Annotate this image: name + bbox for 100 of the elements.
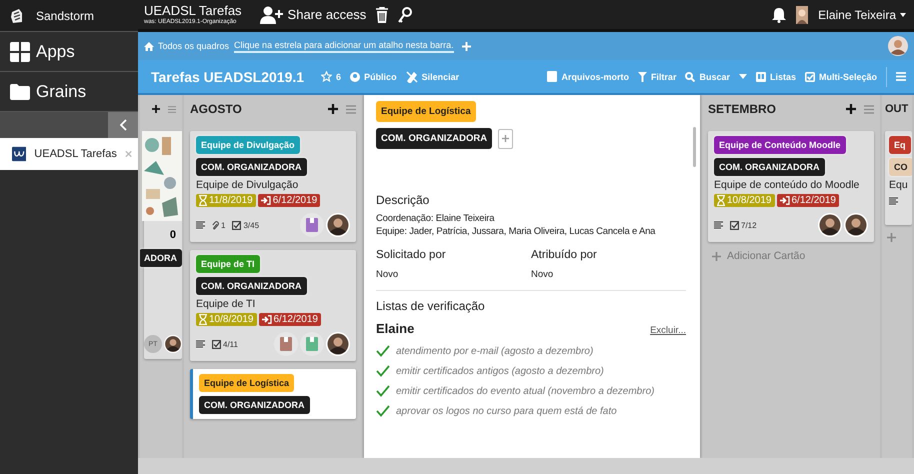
hourglass-icon (199, 195, 207, 206)
task-card[interactable]: Equipe de Divulgação COM. ORGANIZADORA Equipe de Divulgação 11/8/2019 6/12/2019 1 3/45 (190, 131, 356, 242)
chevron-left-icon (120, 119, 126, 131)
user-menu[interactable]: Elaine Teixeira (818, 8, 906, 22)
collapse-button[interactable] (108, 112, 138, 138)
card-title: Equipe de Divulgação (196, 179, 300, 191)
checklist-item[interactable]: emitir certificados antigos (agosto a dezembro) (396, 366, 604, 376)
menu-icon[interactable] (168, 104, 176, 114)
task-card[interactable]: Equipe de TI COM. ORGANIZADORA Equipe de TI 10/8/2019 6/12/2019 4/11 (190, 250, 356, 361)
task-card[interactable]: Equipe de Logística COM. ORGANIZADORA (190, 369, 356, 419)
plus-icon[interactable] (846, 104, 856, 114)
archive-button[interactable]: Arquivos-morto (547, 71, 629, 82)
check-icon[interactable] (376, 345, 390, 357)
shortcut-hint: Clique na estrela para adicionar um atalho nesta barra. (234, 40, 454, 52)
multi-select-button[interactable]: Multi-Seleção (804, 72, 877, 82)
plus-icon[interactable] (152, 104, 160, 114)
card-title: Equ (889, 179, 909, 191)
plus-icon (502, 135, 510, 142)
section-heading: Descrição (376, 193, 430, 207)
person-avatar[interactable] (844, 213, 868, 237)
muted-icon (406, 70, 418, 82)
label-tag: CO (889, 158, 912, 176)
description-icon (196, 221, 205, 229)
share-access-button[interactable]: Share access (260, 6, 366, 24)
label-tag: COM. ORGANIZADORA (196, 158, 306, 176)
person-avatar[interactable] (164, 335, 182, 353)
start-date: 11/8/2019 (196, 194, 256, 207)
avatar-icon[interactable] (888, 36, 908, 56)
attachment-count: 1 (212, 220, 226, 230)
filter-icon (638, 72, 647, 82)
caret-down-icon[interactable] (738, 74, 747, 79)
card-title: Equipe de conteúdo do Moodle (714, 179, 860, 191)
field-label: Atribuído por (531, 249, 598, 261)
delete-link[interactable]: Excluir... (650, 325, 686, 336)
add-card-button[interactable]: Adicionar Cartão (708, 250, 874, 262)
field-label: Solicitado por (376, 249, 447, 261)
caret-down-icon (900, 12, 906, 16)
home-icon (144, 42, 154, 50)
archive-icon (547, 71, 558, 82)
all-boards-link[interactable]: Todos os quadros (144, 41, 230, 51)
description-icon (889, 197, 898, 205)
field-value: Novo (376, 269, 400, 280)
key-icon[interactable] (398, 6, 412, 22)
label-tag: Equipe de Divulgação (196, 136, 300, 154)
bell-icon[interactable] (772, 6, 786, 22)
close-icon[interactable] (124, 150, 132, 158)
lists-button[interactable]: Listas (756, 72, 796, 82)
member-avatar[interactable] (300, 213, 324, 237)
plus-icon (712, 252, 721, 260)
star-icon (321, 71, 332, 82)
check-icon[interactable] (376, 365, 390, 377)
folder-icon (10, 84, 30, 100)
label-tag: COM. ORGANIZADORA (196, 277, 306, 295)
board-title: Tarefas UEADSL2019.1 (151, 68, 304, 84)
app-title: Sandstorm (36, 8, 94, 22)
description-text: Coordenação: Elaine Teixeira (376, 213, 496, 224)
menu-icon[interactable] (864, 104, 874, 114)
search-icon (685, 72, 696, 82)
hourglass-icon (199, 314, 207, 325)
list-title: OUT (885, 103, 908, 115)
grain-logo-icon (12, 146, 26, 162)
label-tag: COM. ORGANIZADORA (714, 158, 824, 176)
start-date: 10/8/2019 (196, 313, 256, 326)
add-person-icon (260, 6, 284, 24)
checkbox-icon (212, 340, 221, 348)
filter-button[interactable]: Filtrar (638, 72, 676, 82)
person-avatar[interactable] (326, 332, 350, 356)
sign-in-icon (260, 196, 271, 205)
columns-icon (756, 72, 766, 82)
sign-in-icon (262, 315, 272, 324)
checklist-count: 3/45 (232, 220, 260, 230)
visibility-button[interactable]: Público (350, 72, 397, 82)
task-card[interactable]: Equipe de Conteúdo Moodle COM. ORGANIZADORA Equipe de conteúdo do Moodle 10/8/2019 6/12/2019 7/12 (708, 131, 874, 242)
star-button[interactable]: 6 (321, 71, 342, 82)
scrollbar[interactable] (693, 127, 696, 167)
sign-in-icon (780, 196, 790, 205)
search-button[interactable]: Buscar (685, 72, 730, 82)
mute-button[interactable]: Silenciar (406, 70, 460, 82)
trash-icon[interactable] (376, 6, 388, 22)
menu-icon[interactable] (346, 104, 356, 114)
globe-icon (350, 72, 360, 82)
list-title: SETEMBRO (708, 102, 776, 116)
label-tag: COM. ORGANIZADORA (199, 396, 310, 414)
add-label-button[interactable] (498, 128, 514, 148)
grain-tab[interactable]: UEADSL Tarefas (0, 138, 138, 170)
check-icon[interactable] (376, 385, 390, 397)
person-avatar[interactable] (818, 213, 842, 237)
due-date: 6/12/2019 (776, 194, 839, 207)
check-icon[interactable] (376, 405, 390, 417)
checklist-item[interactable]: atendimento por e-mail (agosto a dezembro) (396, 346, 594, 356)
task-card[interactable]: Eq CO Equ (885, 131, 912, 225)
checklist-item[interactable]: emitir certificados do evento atual (novembro a dezembro) (396, 386, 654, 396)
plus-icon[interactable] (328, 104, 338, 114)
checkbox-icon (232, 220, 242, 230)
field-value: Novo (531, 269, 554, 280)
person-avatar[interactable] (326, 213, 350, 237)
checkbox-icon (804, 72, 815, 82)
sidebar-item[interactable]: Apps (0, 32, 138, 72)
member-avatar[interactable] (274, 332, 298, 356)
checklist-item[interactable]: aprovar os logos no curso para quem está de fato (396, 406, 617, 416)
